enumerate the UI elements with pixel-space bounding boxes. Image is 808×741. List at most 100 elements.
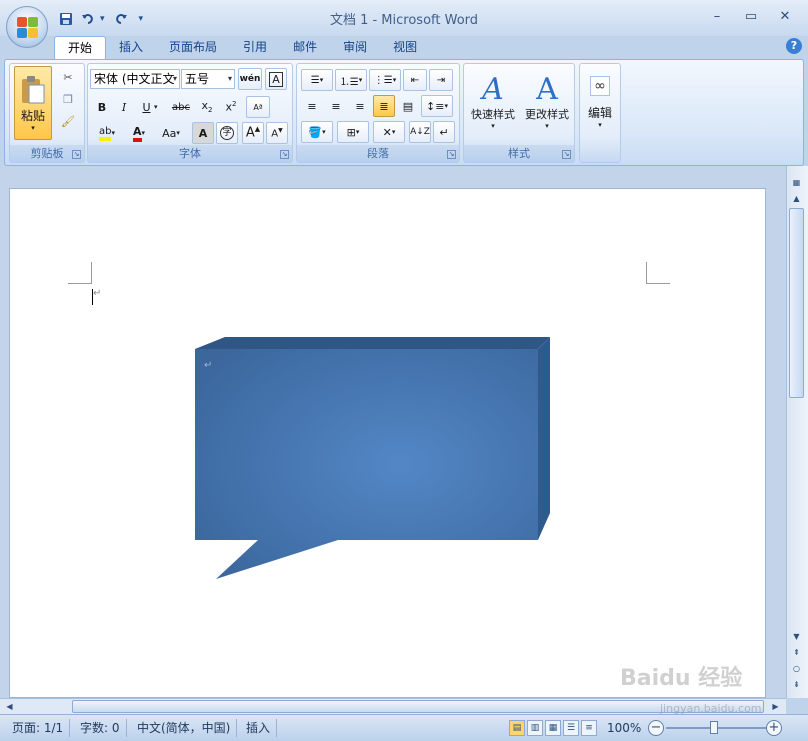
sort-button[interactable]: A↓Z [409,121,431,143]
quick-styles-label: 快速样式 [471,108,515,121]
outline-view-icon[interactable]: ☰ [563,720,579,736]
font-group: 宋体 (中文正文 ▾ 五号 ▾ wén A B I U ▾ abc x2 x2 Aª… [87,63,293,163]
character-border-button[interactable]: A [265,68,287,90]
tab-review[interactable]: 审阅 [330,36,380,60]
font-size-combo[interactable]: 五号 ▾ [181,69,235,89]
bullets-button[interactable]: ☰ ▾ [301,69,333,91]
tab-page-layout[interactable]: 页面布局 [156,36,230,60]
zoom-slider-knob[interactable] [710,721,718,734]
character-shading-button[interactable]: A [192,122,214,144]
borders-button[interactable]: ⊞ ▾ [337,121,369,143]
scroll-right-icon[interactable]: ▶ [768,700,783,713]
maximize-button[interactable]: ▭ [736,6,766,28]
decrease-indent-button[interactable]: ⇤ [403,69,427,91]
asian-layout-button[interactable]: ✕ ▾ [373,121,405,143]
bold-button[interactable]: B [92,96,112,118]
zoom-slider-track[interactable] [666,727,770,729]
font-name-combo[interactable]: 宋体 (中文正文 ▾ [90,69,180,89]
align-center-button[interactable]: ≡ [325,95,347,117]
increase-indent-button[interactable]: ⇥ [429,69,453,91]
editing-button[interactable]: ∞ 编辑 ▾ [582,66,618,138]
format-painter-button[interactable]: 🖌 [58,112,78,130]
minimize-button[interactable]: – [702,6,732,28]
clear-format-icon: Aª [253,102,263,112]
office-button[interactable] [6,6,48,48]
tab-home[interactable]: 开始 [54,36,107,60]
callout-shape[interactable]: ↵ [180,330,560,590]
line-spacing-button[interactable]: ↕≡ ▾ [421,95,453,117]
word-count[interactable]: 字数: 0 [74,719,127,737]
zoom-out-icon[interactable]: − [648,720,664,736]
tab-mailings[interactable]: 邮件 [280,36,330,60]
tab-insert[interactable]: 插入 [106,36,156,60]
cut-button[interactable]: ✂ [58,68,78,86]
phonetic-guide-button[interactable]: wén [238,68,262,90]
font-color-button[interactable]: A ▾ [124,122,154,144]
clipboard-launcher-icon[interactable]: ↘ [72,150,81,159]
vertical-scrollbar[interactable]: ▦ ▲ ▼ ⇞ ○ ⇟ [786,166,808,698]
ruler-toggle-icon[interactable]: ▦ [789,176,804,190]
underline-icon: U [142,100,151,114]
align-left-icon: ≡ [307,99,317,113]
next-page-icon[interactable]: ⇟ [789,678,804,692]
font-launcher-icon[interactable]: ↘ [280,150,289,159]
tab-references[interactable]: 引用 [230,36,280,60]
shrink-font-button[interactable]: A▼ [266,122,288,144]
vertical-scroll-thumb[interactable] [789,208,804,398]
full-screen-reading-icon[interactable]: ▥ [527,720,543,736]
chevron-down-icon: ▾ [172,74,177,83]
paste-dropdown-icon: ▾ [31,123,35,132]
help-icon[interactable]: ? [786,38,802,54]
change-styles-button[interactable]: A 更改样式 ▾ [520,66,574,138]
web-layout-icon[interactable]: ▦ [545,720,561,736]
grow-font-button[interactable]: A▲ [242,122,264,144]
language-indicator[interactable]: 中文(简体，中国) [131,719,238,737]
change-case-dropdown[interactable]: Aa ▾ [156,122,186,144]
print-layout-view-icon[interactable]: ▤ [509,720,525,736]
shading-button[interactable]: 🪣 ▾ [301,121,333,143]
window-title: 文档 1 - Microsoft Word [329,13,479,28]
underline-button[interactable]: U ▾ [136,96,164,118]
paragraph-launcher-icon[interactable]: ↘ [447,150,456,159]
multilevel-list-icon: ⋮☰ [373,74,393,86]
scroll-left-icon[interactable]: ◀ [2,700,17,713]
browse-object-icon[interactable]: ○ [789,662,804,676]
insert-mode[interactable]: 插入 [240,719,278,737]
superscript-button[interactable]: x2 [220,96,242,118]
justify-button[interactable]: ≣ [373,95,395,117]
scissors-icon: ✂ [63,70,73,84]
styles-launcher-icon[interactable]: ↘ [562,150,571,159]
previous-page-icon[interactable]: ⇞ [789,646,804,660]
scroll-up-icon[interactable]: ▲ [789,192,804,206]
tab-view[interactable]: 视图 [380,36,430,60]
shrink-font-icon: A▼ [271,126,283,140]
zoom-level[interactable]: 100% [607,719,641,737]
scroll-down-icon[interactable]: ▼ [789,630,804,644]
align-center-icon: ≡ [331,99,341,113]
numbering-button[interactable]: ⒈☰ ▾ [335,69,367,91]
show-marks-button[interactable]: ↵ [433,121,455,143]
multilevel-list-button[interactable]: ⋮☰ ▾ [369,69,401,91]
strikethrough-button[interactable]: abc [168,96,194,118]
change-case-button[interactable]: Aª [246,96,270,118]
paste-button[interactable]: 粘贴 ▾ [14,66,52,140]
decrease-indent-icon: ⇤ [410,74,420,86]
page-count[interactable]: 页面: 1/1 [6,719,71,737]
quick-styles-button[interactable]: A 快速样式 ▾ [466,66,520,138]
paint-bucket-icon: 🪣 [308,125,323,139]
subscript-button[interactable]: x2 [196,96,218,118]
italic-button[interactable]: I [114,96,134,118]
close-button[interactable]: ✕ [770,6,800,28]
paste-label: 粘贴 [20,108,45,123]
enclose-characters-button[interactable]: 字 [216,122,238,144]
align-left-button[interactable]: ≡ [301,95,323,117]
chevron-down-icon: ▾ [545,122,549,130]
copy-button[interactable]: ❐ [58,90,78,108]
highlight-button[interactable]: ab ▾ [92,122,122,144]
borders-icon: ⊞ [346,125,356,139]
zoom-in-icon[interactable]: + [766,720,782,736]
distributed-button[interactable]: ▤ [397,95,419,117]
draft-view-icon[interactable]: ≡ [581,720,597,736]
quick-styles-icon: A [482,72,504,107]
align-right-button[interactable]: ≡ [349,95,371,117]
